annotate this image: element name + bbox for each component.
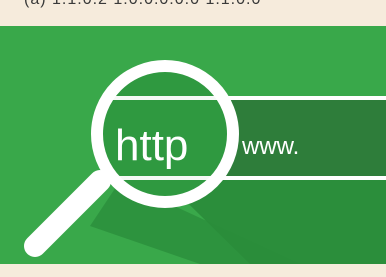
top-strip-text: (a) 1.1.0.2 1.0.0.0.0.0 1.1.0.0 — [24, 0, 261, 9]
illustration-svg: www. http — [0, 26, 386, 264]
top-strip: (a) 1.1.0.2 1.0.0.0.0.0 1.1.0.0 — [0, 0, 386, 24]
magnifier-text: http — [115, 121, 188, 170]
bar-text: www. — [241, 133, 299, 160]
http-magnifier-image: www. http — [0, 26, 386, 264]
